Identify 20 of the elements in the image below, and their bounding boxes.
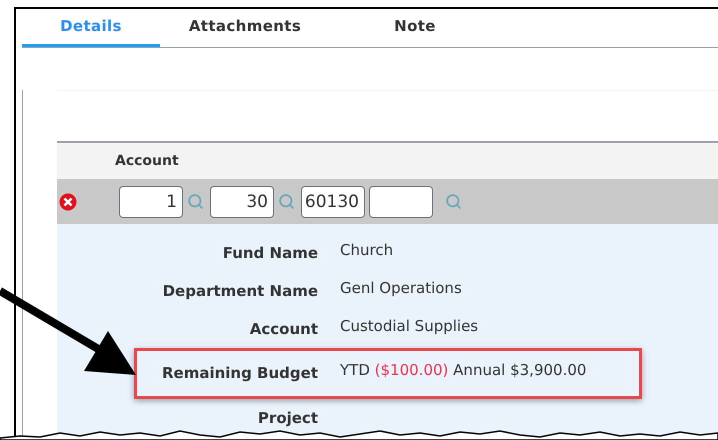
account-segment-field[interactable]: 30 (210, 186, 274, 218)
field-value: Genl Operations (340, 278, 462, 299)
tab[interactable]: Attachments (160, 9, 330, 47)
account-segment-field[interactable] (369, 186, 433, 218)
search-icon[interactable] (278, 193, 295, 210)
account-segment-field[interactable]: 60130 (301, 186, 365, 218)
field-label: Account (248, 318, 318, 340)
search-icon[interactable] (187, 193, 204, 210)
field-value: Custodial Supplies (340, 316, 478, 337)
field-label: Project (256, 408, 318, 429)
field-label: Fund Name (222, 242, 318, 264)
tab[interactable]: Note (330, 9, 500, 47)
column-header: Account (115, 152, 179, 170)
search-icon[interactable] (445, 193, 462, 210)
field-value: Church (340, 240, 394, 261)
field-value: YTD ($100.00) Annual $3,900.00 (340, 360, 586, 382)
field-label: Department Name (162, 280, 318, 302)
field-label: Remaining Budget (160, 363, 318, 384)
account-segment-field[interactable]: 1 (119, 186, 183, 218)
delete-icon[interactable] (59, 192, 77, 210)
